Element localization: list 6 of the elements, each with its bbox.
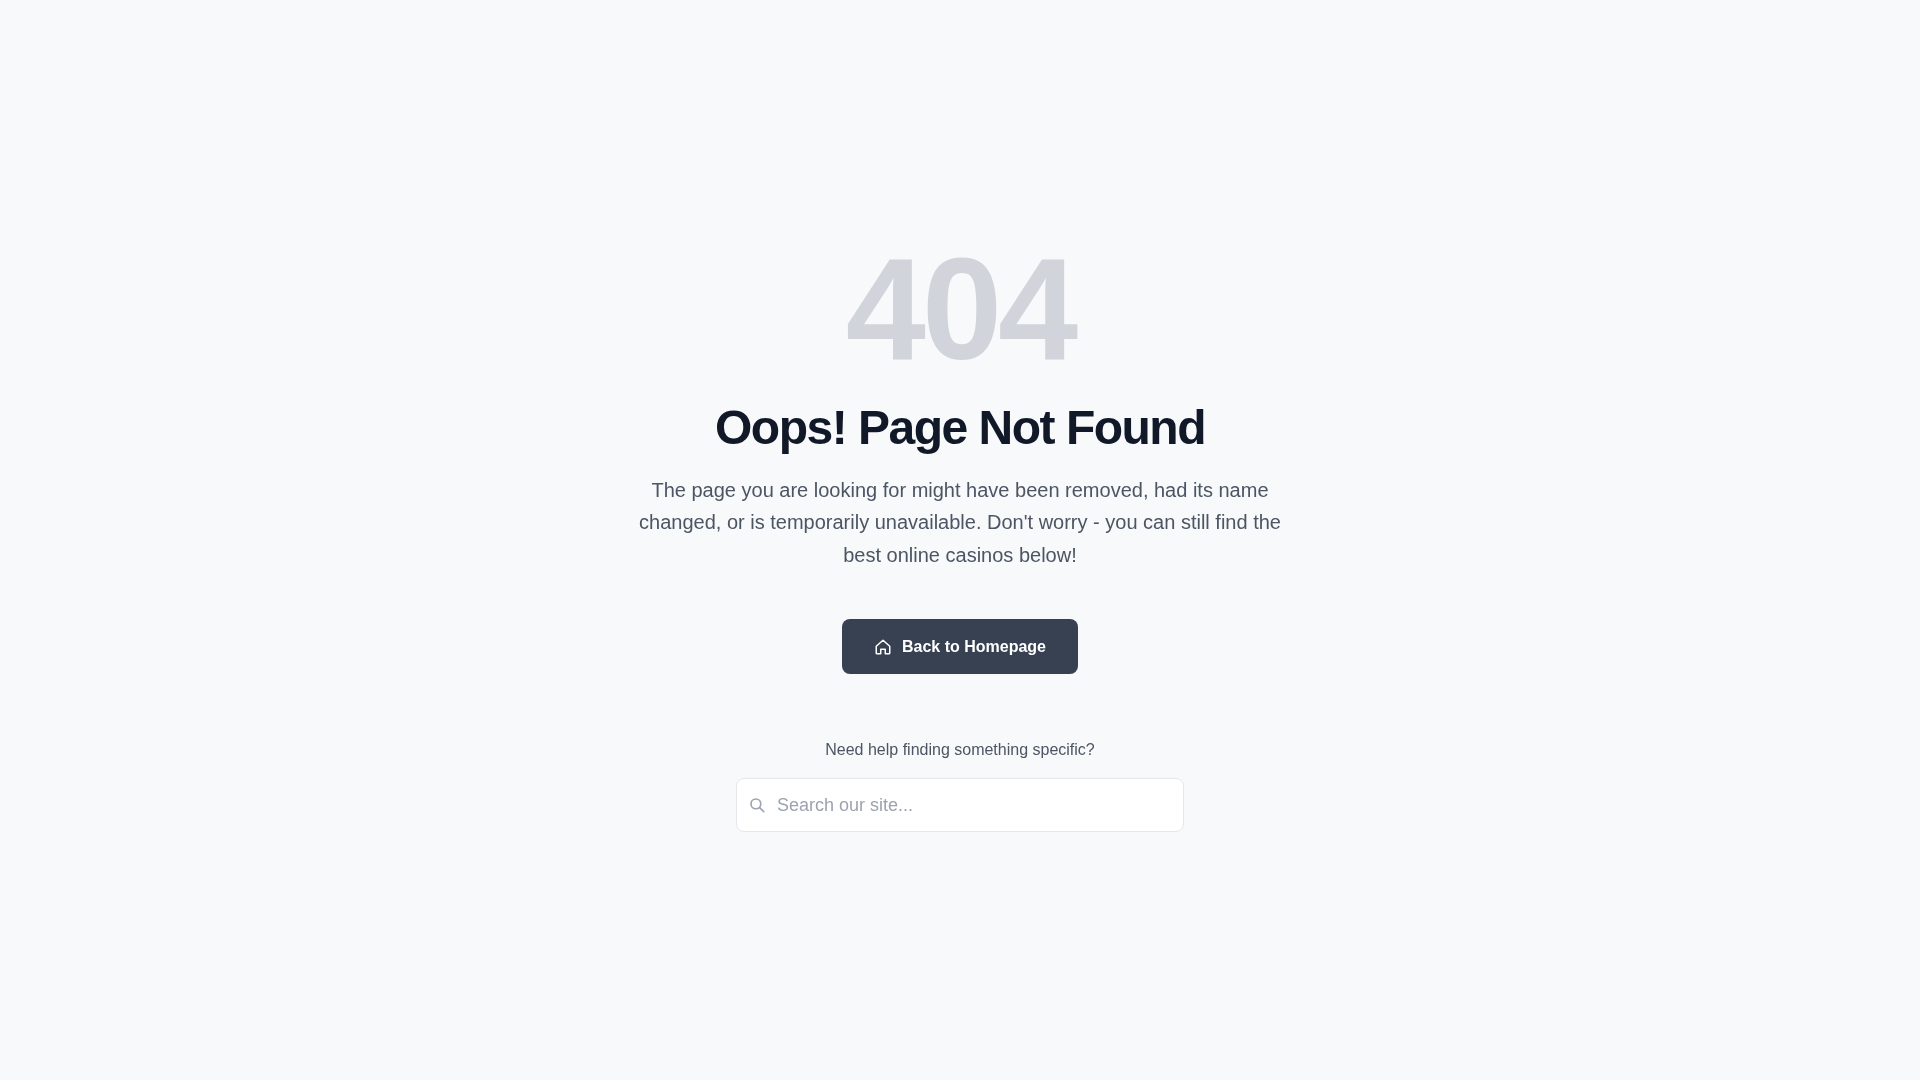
- home-button[interactable]: Back to Homepage: [841, 619, 1078, 675]
- error-message: The page you are looking for might have been removed, had its name changed, or is temporarily unavailable. Don't worry - you can still find the best online casinos below!: [638, 477, 1282, 568]
- search-field[interactable]: Search our site...: [736, 778, 1184, 833]
- help-text: Need help finding something specific?: [825, 741, 1095, 760]
- page-title: Oops! Page Not Found: [715, 400, 1205, 456]
- home-icon: [873, 637, 892, 656]
